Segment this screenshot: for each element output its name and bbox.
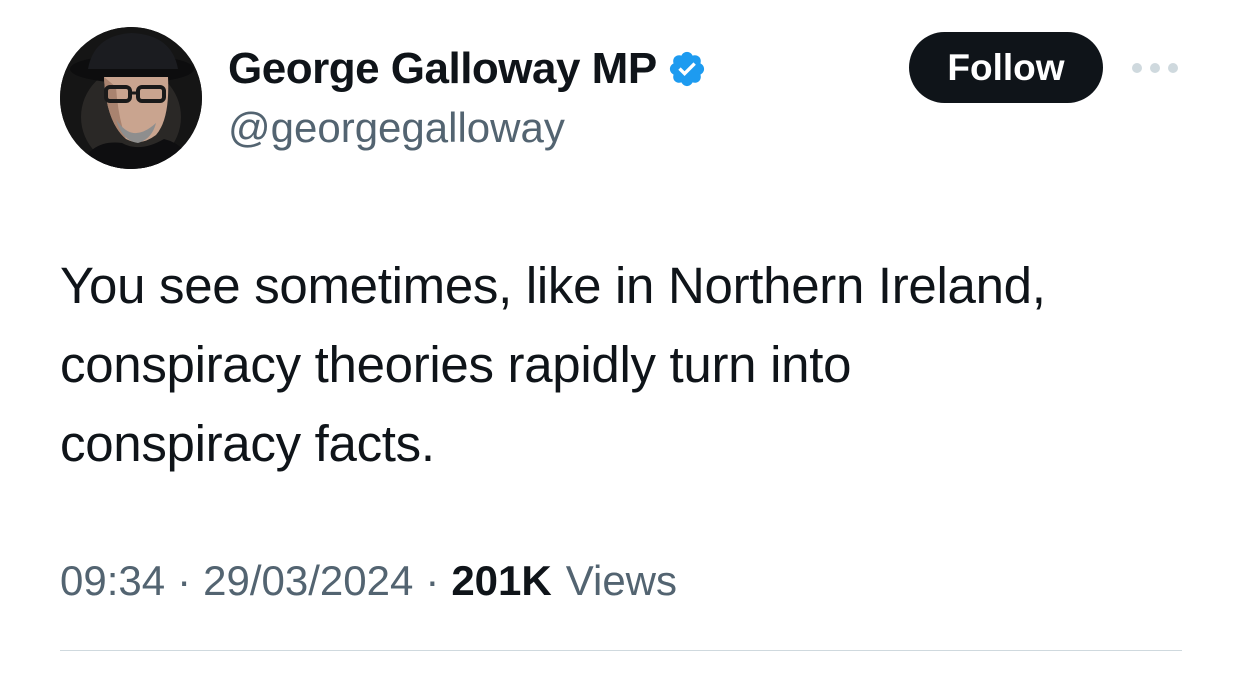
views-label: Views bbox=[565, 557, 678, 604]
follow-button[interactable]: Follow bbox=[909, 32, 1103, 103]
tweet-text-line: You see sometimes, like in Northern Irel… bbox=[60, 257, 1046, 314]
tweet-time[interactable]: 09:34 bbox=[60, 557, 165, 605]
tweet-date[interactable]: 29/03/2024 bbox=[203, 557, 413, 605]
dot bbox=[1168, 63, 1178, 73]
profile-photo-icon bbox=[60, 27, 202, 169]
more-horizontal-icon[interactable] bbox=[1132, 58, 1178, 78]
views-count[interactable]: 201K bbox=[451, 557, 551, 605]
display-name[interactable]: George Galloway MP bbox=[228, 44, 657, 94]
tweet-text-line: conspiracy theories rapidly turn into bbox=[60, 336, 852, 393]
separator: · bbox=[425, 557, 440, 604]
dot bbox=[1150, 63, 1160, 73]
separator: · bbox=[177, 557, 192, 604]
tweet-text: You see sometimes, like in Northern Irel… bbox=[60, 246, 1180, 483]
verified-badge-icon[interactable] bbox=[667, 49, 707, 89]
avatar[interactable] bbox=[60, 27, 202, 169]
author-name-row: George Galloway MP bbox=[228, 42, 707, 96]
dot bbox=[1132, 63, 1142, 73]
author-handle[interactable]: @georgegalloway bbox=[228, 104, 565, 152]
tweet-text-line: conspiracy facts. bbox=[60, 415, 435, 472]
divider bbox=[60, 650, 1182, 651]
tweet-meta: 09:34 · 29/03/2024 · 201K Views bbox=[60, 557, 677, 605]
